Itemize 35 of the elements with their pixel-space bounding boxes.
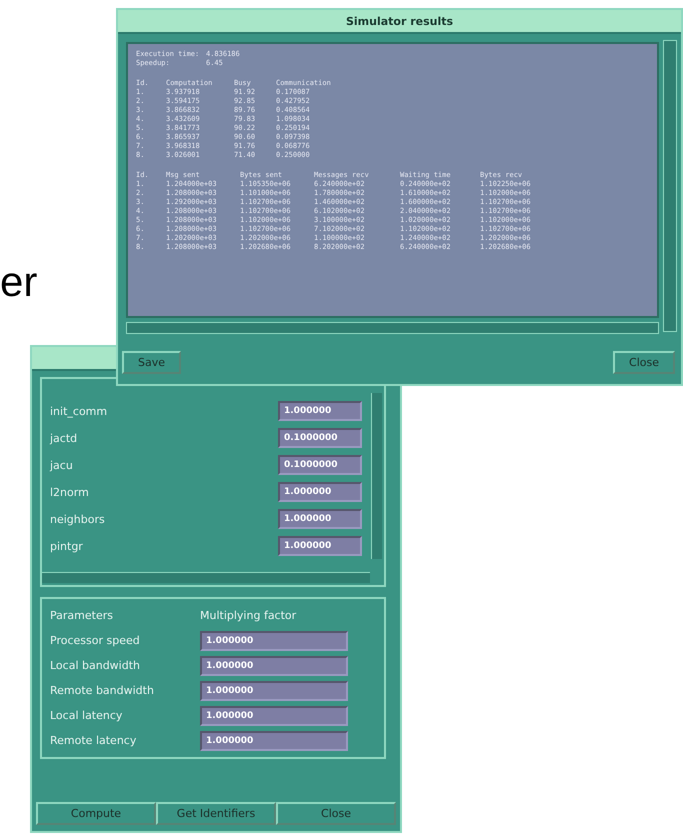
value-field[interactable]: 1.000000 [278,401,362,421]
dialog-button[interactable]: Close [613,351,675,374]
dialog-button[interactable]: Close [276,802,396,825]
parameter-label: Local bandwidth [50,659,142,672]
value-field[interactable]: 0.1000000 [278,455,362,475]
factor-field[interactable]: 1.000000 [200,656,348,676]
factor-field[interactable]: 1.000000 [200,706,348,726]
vertical-scrollbar[interactable] [663,40,677,332]
dialog-button[interactable]: Get Identifiers [156,802,276,825]
vertical-scrollbar[interactable] [371,393,382,559]
horizontal-scrollbar[interactable] [126,322,659,334]
identifier-label: jactd [50,432,78,444]
factor-field[interactable]: 1.000000 [200,630,348,650]
slide-text: er [0,258,38,306]
column-header: Multiplying factor [200,609,298,622]
value-field[interactable]: 0.1000000 [278,428,362,448]
value-field[interactable]: 1.000000 [278,536,362,556]
identifier-label: jacu [50,458,73,472]
identifier-label: l2norm [50,486,89,498]
identifier-label: init_comm [50,404,108,418]
parameter-label: Remote latency [50,734,138,747]
window-title: Simulator results [346,14,454,28]
dialog-button[interactable]: Compute [36,802,156,825]
factor-field[interactable]: 1.000000 [200,730,348,750]
identifier-label: pintgr [50,540,83,552]
factor-field[interactable]: 1.000000 [200,680,348,700]
identifier-label: neighbors [50,512,105,526]
horizontal-scrollbar[interactable] [42,572,370,583]
value-field[interactable]: 1.000000 [278,482,362,502]
parameter-label: Remote bandwidth [50,684,155,697]
column-header: Parameters [50,609,114,622]
parameter-label: Processor speed [50,634,141,647]
parameter-label: Local latency [50,709,124,722]
value-field[interactable]: 1.000000 [278,509,362,529]
dialog-button[interactable]: Save [122,351,182,374]
